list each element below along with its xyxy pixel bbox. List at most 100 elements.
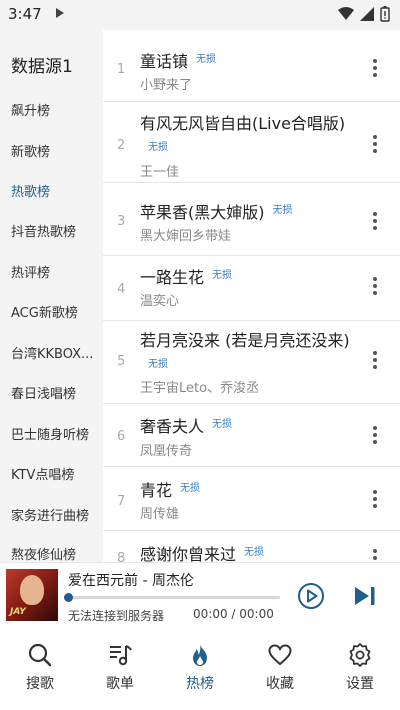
search-icon (28, 643, 52, 667)
more-options-icon[interactable] (372, 549, 378, 562)
song-title-text: 童话镇 (140, 52, 189, 71)
wifi-icon (338, 7, 354, 20)
sidebar-item-kkbox[interactable]: 台湾KKBOX... (11, 343, 93, 362)
sidebar-item-housework[interactable]: 家务进行曲榜 (11, 505, 89, 524)
song-index: 1 (117, 62, 126, 77)
song-index: 6 (117, 429, 126, 444)
song-title: 若月亮没来 (若是月亮还没来) 无损 (140, 329, 360, 379)
song-index: 7 (117, 494, 126, 509)
song-row[interactable]: 1 童话镇 无损 小野来了 (103, 30, 400, 102)
more-options-icon[interactable] (372, 277, 378, 295)
song-row[interactable]: 7 青花 无损 周传雄 (103, 467, 400, 531)
song-index: 4 (117, 282, 126, 297)
nav-search[interactable]: 搜歌 (0, 630, 80, 710)
album-cover[interactable]: JAY (6, 569, 58, 621)
chart-sidebar: 数据源1 飙升榜 新歌榜 热歌榜 抖音热歌榜 热评榜 ACG新歌榜 台湾KKBO… (0, 30, 103, 562)
music-list-icon (110, 645, 132, 666)
sidebar-item-late-night[interactable]: 熬夜修仙榜 (11, 544, 76, 562)
song-list: 1 童话镇 无损 小野来了 2 有风无风皆自由(Live合唱版) 无损 王一佳 3 … (103, 30, 400, 562)
nav-label: 歌单 (106, 676, 134, 692)
song-artist: 小野来了 (140, 78, 193, 93)
play-button[interactable] (297, 582, 325, 610)
sidebar-item-douyin[interactable]: 抖音热歌榜 (11, 221, 76, 240)
sidebar-item-new-songs[interactable]: 新歌榜 (11, 141, 50, 160)
lossless-tag: 无损 (272, 205, 293, 216)
nav-label: 设置 (346, 676, 374, 692)
more-options-icon[interactable] (372, 351, 378, 369)
nav-settings[interactable]: 设置 (320, 630, 400, 710)
song-artist: 王一佳 (140, 165, 180, 180)
next-track-button[interactable] (352, 584, 378, 608)
song-row[interactable]: 2 有风无风皆自由(Live合唱版) 无损 王一佳 (103, 102, 400, 183)
song-title-text: 奢香夫人 (140, 417, 205, 436)
song-row[interactable]: 5 若月亮没来 (若是月亮还没来) 无损 王宇宙Leto、乔浚丞 (103, 321, 400, 404)
sidebar-item-hot-songs[interactable]: 热歌榜 (11, 181, 50, 200)
lossless-tag: 无损 (148, 359, 168, 370)
song-title: 有风无风皆自由(Live合唱版) 无损 (140, 112, 360, 162)
song-artist: 温奕心 (140, 294, 180, 309)
connection-status: 无法连接到服务器 (68, 609, 165, 623)
status-bar: 3:47 (0, 0, 400, 30)
gear-icon (349, 643, 371, 667)
lossless-tag: 无损 (244, 547, 265, 558)
song-title-text: 若月亮没来 (若是月亮还没来) (140, 331, 350, 350)
progress-slider[interactable] (64, 593, 280, 602)
more-options-icon[interactable] (372, 490, 378, 508)
sidebar-item-acg[interactable]: ACG新歌榜 (11, 302, 78, 321)
song-index: 8 (117, 551, 126, 562)
song-row[interactable]: 3 苹果香(黑大婶版) 无损 黑大婶回乡带娃 (103, 183, 400, 256)
song-row[interactable]: 8 感谢你曾来过 无损 (103, 531, 400, 562)
status-time: 3:47 (8, 5, 42, 23)
data-source-selector[interactable]: 数据源1 (11, 52, 73, 77)
lossless-tag: 无损 (180, 483, 201, 494)
more-options-icon[interactable] (372, 135, 378, 153)
playback-time: 00:00 / 00:00 (193, 607, 274, 621)
nav-playlist[interactable]: 歌单 (80, 630, 160, 710)
status-icons (338, 6, 390, 22)
song-title: 奢香夫人 无损 (140, 413, 360, 439)
song-index: 2 (117, 138, 126, 153)
nav-favorites[interactable]: 收藏 (240, 630, 320, 710)
mini-player[interactable]: JAY 爱在西元前 - 周杰伦 无法连接到服务器 00:00 / 00:00 (0, 562, 400, 630)
sidebar-item-ktv[interactable]: KTV点唱榜 (11, 464, 74, 483)
song-row[interactable]: 4 一路生花 无损 温奕心 (103, 256, 400, 321)
more-options-icon[interactable] (372, 426, 378, 444)
nav-label: 收藏 (266, 676, 294, 692)
song-title: 苹果香(黑大婶版) 无损 (140, 199, 360, 225)
sidebar-item-soaring[interactable]: 飙升榜 (11, 100, 50, 119)
song-title-text: 有风无风皆自由(Live合唱版) (140, 114, 346, 133)
song-title-text: 感谢你曾来过 (140, 545, 237, 562)
song-title: 感谢你曾来过 无损 (140, 541, 360, 562)
song-row[interactable]: 6 奢香夫人 无损 凤凰传奇 (103, 404, 400, 467)
bottom-nav: 搜歌 歌单 热榜 收藏 设置 (0, 630, 400, 710)
nav-label: 热榜 (186, 676, 214, 692)
song-artist: 周传雄 (140, 507, 180, 522)
flame-icon (193, 644, 207, 666)
progress-thumb[interactable] (64, 593, 73, 602)
song-artist: 黑大婶回乡带娃 (140, 229, 232, 244)
more-options-icon[interactable] (372, 212, 378, 230)
song-title-text: 青花 (140, 481, 173, 500)
song-artist: 王宇宙Leto、乔浚丞 (140, 381, 260, 396)
nav-hot-charts[interactable]: 热榜 (160, 630, 240, 710)
sidebar-item-bus[interactable]: 巴士随身听榜 (11, 424, 89, 443)
more-options-icon[interactable] (372, 59, 378, 77)
album-cover-text: JAY (10, 607, 26, 617)
heart-icon (268, 644, 292, 666)
song-title-text: 苹果香(黑大婶版) (140, 203, 265, 222)
song-artist: 凤凰传奇 (140, 444, 193, 459)
battery-alert-icon (380, 6, 390, 22)
song-title: 青花 无损 (140, 477, 360, 503)
song-title: 童话镇 无损 (140, 48, 360, 74)
lossless-tag: 无损 (212, 270, 233, 281)
nav-label: 搜歌 (26, 676, 54, 692)
lossless-tag: 无损 (148, 142, 168, 153)
song-index: 5 (117, 354, 126, 369)
sidebar-item-hot-comments[interactable]: 热评榜 (11, 262, 50, 281)
song-title-text: 一路生花 (140, 268, 205, 287)
song-index: 3 (117, 214, 126, 229)
lossless-tag: 无损 (196, 54, 217, 65)
sidebar-item-spring[interactable]: 春日浅唱榜 (11, 383, 76, 402)
song-title: 一路生花 无损 (140, 264, 360, 290)
media-playing-icon (56, 8, 64, 18)
